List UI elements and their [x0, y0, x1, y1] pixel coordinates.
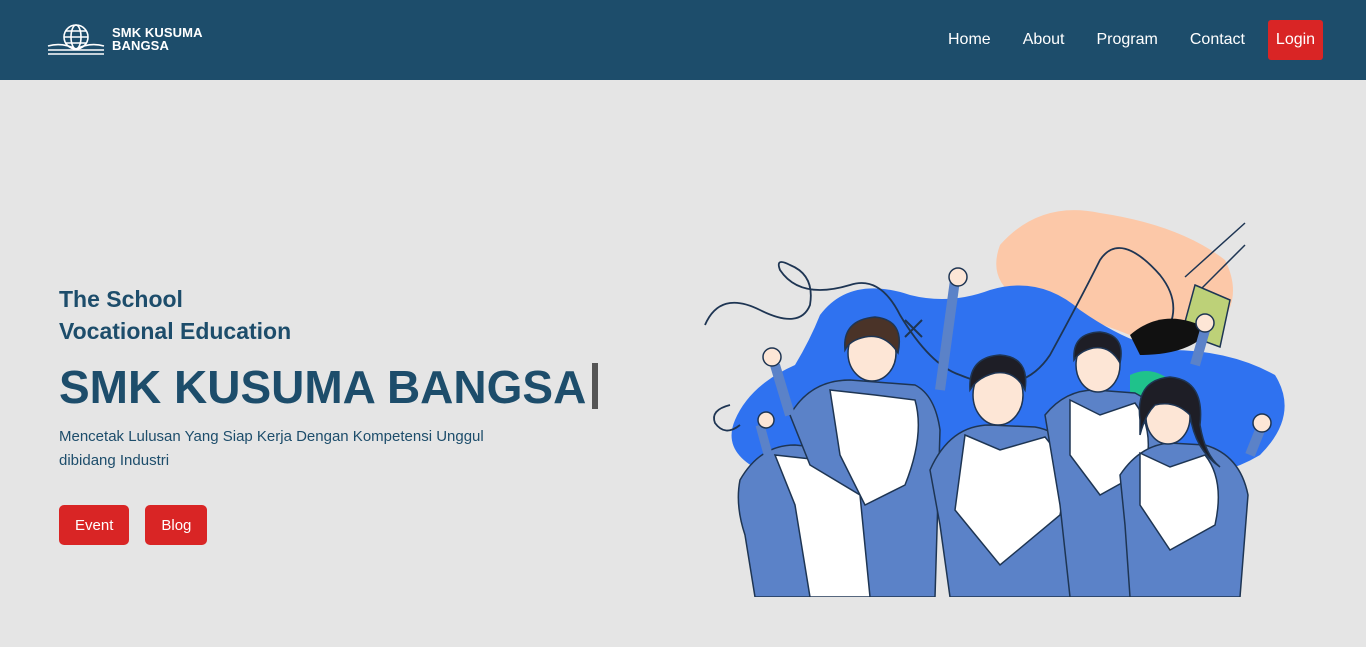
hero-title-text: SMK KUSUMA BANGSA: [59, 361, 587, 413]
hero-subtitle-line1: The School: [59, 286, 183, 312]
event-button[interactable]: Event: [59, 505, 130, 545]
nav-home[interactable]: Home: [948, 20, 991, 60]
nav-about[interactable]: About: [1023, 20, 1065, 60]
hero-section: The School Vocational Education SMK KUSU…: [59, 283, 639, 545]
hero-title: SMK KUSUMA BANGSA: [59, 359, 639, 415]
brand-logo[interactable]: SMK KUSUMA BANGSA: [46, 22, 203, 56]
students-illustration: [704, 210, 1285, 597]
hero-tagline: Mencetak Lulusan Yang Siap Kerja Dengan …: [59, 428, 484, 469]
nav-program[interactable]: Program: [1097, 20, 1158, 60]
globe-book-icon: [47, 24, 105, 55]
hero-buttons: Event Blog: [59, 505, 639, 545]
hero-subtitle-line2: Vocational Education: [59, 318, 292, 344]
typing-cursor: [592, 363, 599, 409]
blog-button[interactable]: Blog: [145, 505, 208, 545]
navbar: SMK KUSUMA BANGSA Home About Program Con…: [0, 0, 1366, 80]
main-nav: Home About Program Contact Login: [948, 20, 1323, 60]
brand-name-line2: BANGSA: [112, 38, 169, 53]
login-button[interactable]: Login: [1268, 20, 1323, 60]
nav-contact[interactable]: Contact: [1190, 20, 1245, 60]
